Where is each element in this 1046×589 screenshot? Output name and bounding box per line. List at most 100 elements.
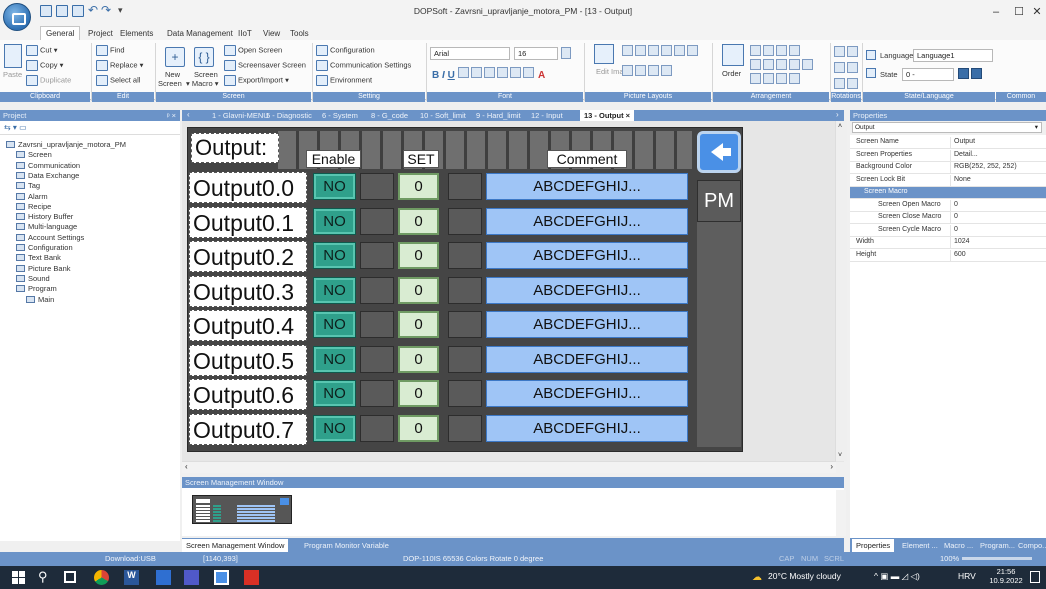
property-row[interactable]: Screen Lock Bit None [850, 174, 1046, 187]
tray-icons[interactable]: ^ ▣ ▬ ◿ ◁) [874, 571, 920, 582]
open-screen-button[interactable]: Open Screen [224, 45, 282, 56]
header-enable[interactable]: Enable [306, 150, 361, 168]
properties-bottom-tab[interactable]: Element ... [898, 539, 942, 552]
scroll-right-icon[interactable]: › [830, 462, 833, 471]
state-prev-icon[interactable] [958, 68, 969, 79]
minimize-button[interactable]: – [986, 4, 1006, 20]
set-value-input[interactable]: 0 [398, 345, 439, 373]
comment-field[interactable]: ABCDEFGHIJ... [486, 242, 688, 269]
set-value-input[interactable]: 0 [398, 380, 439, 407]
scroll-up-icon[interactable]: ˄ [838, 123, 842, 130]
vertical-scrollbar[interactable]: ˄ ˅ [835, 121, 847, 461]
property-value[interactable]: None [954, 176, 971, 183]
acrobat-icon[interactable] [244, 570, 259, 585]
output-label[interactable]: Output0.7 [189, 413, 307, 445]
property-row[interactable]: Background Color RGB(252, 252, 252) [850, 162, 1046, 174]
tab-view[interactable]: View [258, 27, 285, 40]
output-label[interactable]: Output0.1 [189, 206, 307, 238]
size-tools[interactable] [750, 73, 802, 86]
comment-field[interactable]: ABCDEFGHIJ... [486, 276, 688, 304]
tab-elements[interactable]: Elements [115, 27, 158, 40]
property-value[interactable]: Output [954, 138, 975, 145]
screen-macro-button[interactable]: Screen [194, 70, 218, 79]
header-comment[interactable]: Comment [547, 150, 627, 168]
environment-button[interactable]: Environment [316, 75, 372, 86]
property-row[interactable]: Screen Properties Detail... [850, 149, 1046, 162]
properties-bottom-tab[interactable]: Macro ... [940, 539, 977, 552]
output-title[interactable]: Output: [191, 133, 279, 163]
enable-toggle-button[interactable]: NO [313, 414, 356, 442]
tab-program-monitor[interactable]: Program Monitor Variable [300, 539, 393, 552]
close-button[interactable]: ✕ [1027, 4, 1046, 20]
doc-tab[interactable]: 5 - Diagnostic [262, 110, 316, 121]
select-all-button[interactable]: Select all [96, 75, 140, 86]
doc-tab[interactable]: 6 - System [318, 110, 362, 121]
enable-toggle-button[interactable]: NO [313, 207, 356, 235]
picture-tools[interactable] [622, 65, 674, 78]
comment-field[interactable]: ABCDEFGHIJ... [486, 207, 688, 235]
doc-tab[interactable]: 8 - G_code [367, 110, 412, 121]
tree-item[interactable]: Picture Bank [16, 264, 71, 274]
app-logo-icon[interactable] [3, 3, 31, 31]
tree-item[interactable]: Recipe [16, 202, 51, 212]
comment-field[interactable]: ABCDEFGHIJ... [486, 173, 688, 200]
configuration-button[interactable]: Configuration [316, 45, 375, 56]
rotation-tools[interactable] [834, 46, 860, 91]
tab-tools[interactable]: Tools [285, 27, 314, 40]
align-tools[interactable] [750, 45, 802, 58]
property-row[interactable]: Height 600 [850, 249, 1046, 262]
screensaver-button[interactable]: Screensaver Screen [224, 60, 306, 71]
cut-button[interactable]: Cut ▾ [26, 45, 58, 56]
enable-toggle-button[interactable]: NO [313, 311, 356, 338]
pm-button[interactable]: PM [697, 180, 741, 222]
export-import-button[interactable]: Export/Import ▾ [224, 75, 289, 86]
tree-item[interactable]: Account Settings [16, 233, 84, 243]
state-select[interactable]: 0 - [902, 68, 954, 81]
font-style-buttons[interactable]: B I U A [432, 67, 545, 81]
tree-item[interactable]: Text Bank [16, 253, 61, 263]
find-button[interactable]: Find [96, 45, 125, 56]
tree-item[interactable]: Zavrsni_upravljanje_motora_PM [6, 140, 126, 150]
communication-settings-button[interactable]: Communication Settings [316, 60, 411, 71]
set-value-input[interactable]: 0 [398, 414, 439, 442]
picture-layout-gallery[interactable] [622, 45, 700, 58]
paste-button[interactable]: Paste [3, 70, 22, 79]
duplicate-button[interactable]: Duplicate [26, 75, 71, 86]
paste-icon[interactable] [4, 44, 22, 68]
enable-toggle-button[interactable]: NO [313, 242, 356, 269]
tab-project[interactable]: Project [83, 27, 118, 40]
project-tool-icon[interactable]: ⇆ ▾ ▭ [4, 123, 27, 132]
task-view-icon[interactable] [64, 571, 76, 583]
order-button[interactable]: Order [722, 69, 741, 78]
output-label[interactable]: Output0.3 [189, 275, 307, 307]
screen-macro-icon[interactable]: { } [194, 47, 214, 67]
order-icon[interactable] [722, 44, 744, 66]
windows-start-icon[interactable] [12, 571, 25, 584]
property-row[interactable]: Screen Cycle Macro 0 [850, 224, 1046, 237]
notifications-icon[interactable] [1030, 571, 1040, 583]
doc-tab[interactable]: 9 - Hard_limit [472, 110, 525, 121]
replace-button[interactable]: Replace ▾ [96, 60, 143, 71]
set-value-input[interactable]: 0 [398, 311, 439, 338]
comment-field[interactable]: ABCDEFGHIJ... [486, 345, 688, 373]
enable-toggle-button[interactable]: NO [313, 345, 356, 373]
dopsoft-taskbar-icon[interactable] [214, 570, 229, 585]
screen-label[interactable]: Screen [158, 79, 182, 88]
back-arrow-button[interactable] [697, 131, 741, 173]
screen-thumbnail[interactable] [192, 495, 292, 524]
tree-item[interactable]: Data Exchange [16, 171, 79, 181]
enable-toggle-button[interactable]: NO [313, 173, 356, 200]
tree-item[interactable]: Tag [16, 181, 40, 191]
clock[interactable]: 21:56 10.9.2022 [986, 567, 1026, 585]
tree-item[interactable]: Multi-language [16, 222, 77, 232]
property-value[interactable]: Detail... [954, 151, 978, 158]
scroll-down-icon[interactable]: ˅ [838, 452, 842, 459]
distribute-tools[interactable] [750, 59, 815, 72]
properties-object-select[interactable]: Output ▾ [852, 122, 1042, 133]
property-row[interactable]: Screen Close Macro 0 [850, 212, 1046, 224]
weather-text[interactable]: 20°C Mostly cloudy [768, 571, 841, 581]
output-label[interactable]: Output0.0 [189, 172, 307, 203]
property-value[interactable]: 600 [954, 251, 966, 258]
tabs-scroll-right-icon[interactable]: › [836, 110, 839, 119]
chrome-icon[interactable] [94, 570, 109, 585]
